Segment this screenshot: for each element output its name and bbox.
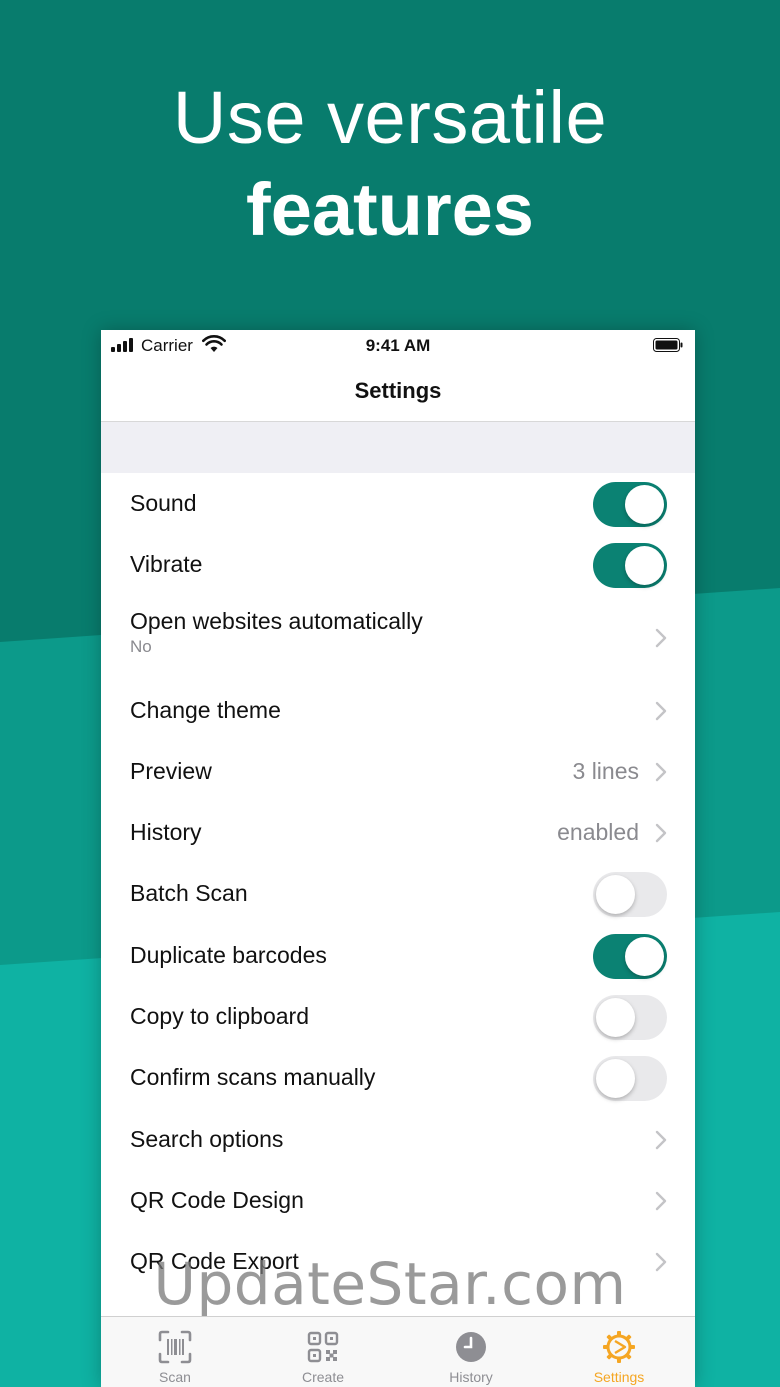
setting-row-preview[interactable]: Preview 3 lines: [101, 741, 695, 802]
scan-icon: [158, 1330, 192, 1364]
setting-label: Preview: [130, 757, 212, 784]
confirm-scans-toggle[interactable]: [593, 1056, 667, 1102]
tab-label: History: [449, 1369, 493, 1385]
battery-icon: [653, 338, 683, 352]
setting-label: Batch Scan: [130, 880, 248, 907]
tab-scan[interactable]: Scan: [101, 1317, 249, 1387]
setting-row-batch-scan: Batch Scan: [101, 863, 695, 924]
qr-code-icon: [307, 1331, 339, 1363]
section-header: [101, 422, 695, 473]
setting-row-vibrate: Vibrate: [101, 534, 695, 595]
setting-label: Sound: [130, 490, 197, 516]
setting-row-open-websites[interactable]: Open websites automatically No: [101, 596, 695, 680]
setting-row-qr-design[interactable]: QR Code Design: [101, 1170, 695, 1231]
setting-label: Vibrate: [130, 551, 203, 578]
chevron-right-icon: [655, 701, 667, 720]
tab-label: Settings: [593, 1369, 645, 1385]
setting-label: Copy to clipboard: [130, 1003, 309, 1030]
setting-sublabel: No: [130, 636, 152, 656]
setting-row-sound: Sound: [101, 473, 695, 534]
tab-label: Scan: [159, 1369, 191, 1385]
setting-label: QR Code Design: [130, 1186, 304, 1213]
page-title: Settings: [354, 378, 442, 403]
status-bar: Carrier 9:41 AM: [101, 330, 695, 362]
setting-row-duplicate-barcodes: Duplicate barcodes: [101, 925, 695, 986]
setting-label: Duplicate barcodes: [130, 941, 327, 968]
duplicate-barcodes-toggle[interactable]: [593, 933, 667, 979]
setting-label: History: [130, 819, 202, 846]
setting-row-confirm-scans: Confirm scans manually: [101, 1047, 695, 1108]
promo-headline: Use versatile features: [0, 78, 780, 250]
sound-toggle[interactable]: [593, 482, 667, 527]
setting-value: 3 lines: [572, 757, 639, 784]
settings-list: Sound Vibrate Open websites automaticall…: [101, 473, 695, 1293]
watermark: UpdateStar.com: [153, 1250, 627, 1318]
setting-row-history[interactable]: History enabled: [101, 802, 695, 863]
chevron-right-icon: [655, 823, 667, 843]
clock-icon: [456, 1332, 486, 1362]
chevron-right-icon: [655, 1191, 667, 1211]
phone-screen: Carrier 9:41 AM Settings Sound Vibrate O…: [101, 330, 695, 1387]
vibrate-toggle[interactable]: [593, 543, 667, 589]
tab-bar: Scan Create History Settings: [101, 1316, 695, 1387]
setting-row-copy-clipboard: Copy to clipboard: [101, 986, 695, 1047]
gear-icon: [603, 1331, 635, 1363]
setting-label: Change theme: [130, 696, 281, 723]
headline-line2: features: [246, 168, 534, 251]
chevron-right-icon: [655, 762, 667, 782]
tab-history[interactable]: History: [397, 1317, 545, 1387]
tab-settings[interactable]: Settings: [545, 1317, 693, 1387]
batch-scan-toggle[interactable]: [593, 872, 667, 918]
setting-label: Open websites automatically: [130, 607, 423, 634]
copy-clipboard-toggle[interactable]: [593, 995, 667, 1041]
setting-row-search-options[interactable]: Search options: [101, 1109, 695, 1170]
headline-line1: Use versatile: [172, 76, 608, 159]
setting-label: Confirm scans manually: [130, 1064, 376, 1091]
setting-label: Search options: [130, 1125, 284, 1152]
chevron-right-icon: [655, 628, 667, 647]
navigation-bar: Settings: [101, 362, 695, 422]
tab-create[interactable]: Create: [249, 1317, 397, 1387]
tab-label: Create: [301, 1369, 345, 1385]
setting-value: enabled: [557, 819, 639, 846]
setting-row-change-theme[interactable]: Change theme: [101, 680, 695, 741]
chevron-right-icon: [655, 1130, 667, 1149]
status-time: 9:41 AM: [365, 336, 431, 355]
